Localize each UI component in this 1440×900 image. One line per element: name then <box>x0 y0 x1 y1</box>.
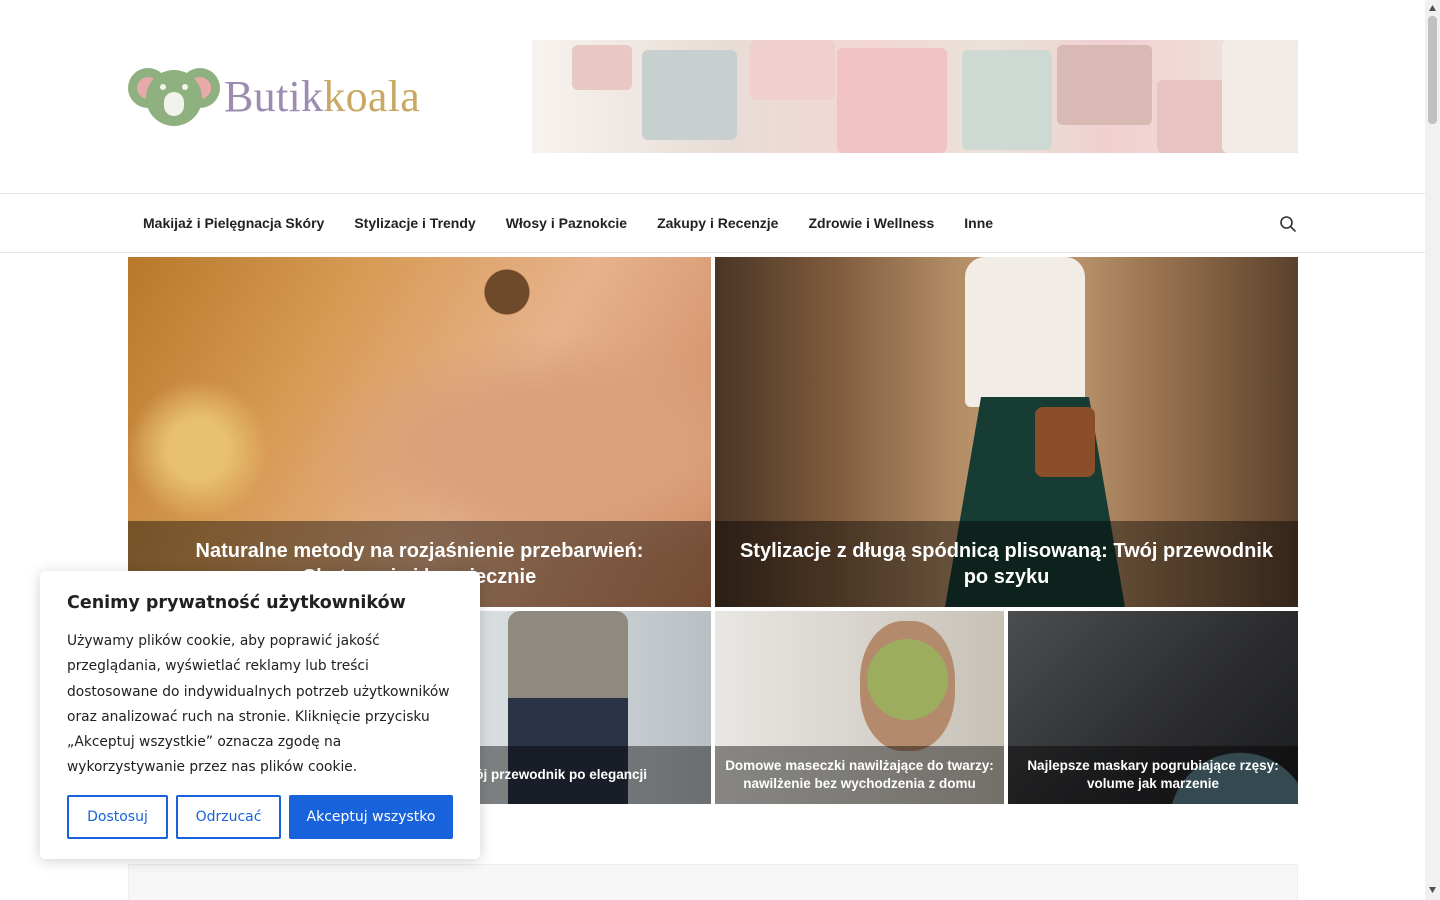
cookie-consent-banner: Cenimy prywatność użytkowników Używamy p… <box>40 571 480 859</box>
small-post-3-title[interactable]: Najlepsze maskary pogrubiające rzęsy: vo… <box>1008 746 1298 804</box>
nav-item-stylizacje[interactable]: Stylizacje i Trendy <box>339 215 490 231</box>
page-scrollbar[interactable] <box>1425 0 1440 900</box>
search-icon[interactable] <box>1279 215 1297 233</box>
cookie-buttons: Dostosuj Odrzucać Akceptuj wszystko <box>67 795 453 839</box>
koala-logo-icon <box>128 66 220 126</box>
post-image <box>945 257 1125 607</box>
content-section <box>128 864 1298 900</box>
small-post-2-title[interactable]: Domowe maseczki nawilżające do twarzy: n… <box>715 746 1004 804</box>
logo-text-part1: Butik <box>224 71 324 121</box>
nav-menu: Makijaż i Pielęgnacja Skóry Stylizacje i… <box>128 194 1008 252</box>
logo-text-part2: koala <box>323 71 421 121</box>
nav-item-makijaz[interactable]: Makijaż i Pielęgnacja Skóry <box>128 215 339 231</box>
post-image <box>860 621 955 751</box>
featured-post-2-title[interactable]: Stylizacje z długą spódnicą plisowaną: T… <box>715 521 1298 607</box>
small-post-3[interactable]: Najlepsze maskary pogrubiające rzęsy: vo… <box>1008 611 1298 804</box>
cookie-description: Używamy plików cookie, aby poprawić jako… <box>67 633 450 776</box>
customize-button[interactable]: Dostosuj <box>67 795 168 839</box>
site-header: Butikkoala <box>0 0 1425 193</box>
header-banner-image[interactable] <box>532 40 1298 153</box>
reject-button[interactable]: Odrzucać <box>176 795 281 839</box>
scroll-up-arrow-icon[interactable] <box>1428 4 1437 12</box>
nav-item-wlosy[interactable]: Włosy i Paznokcie <box>491 215 642 231</box>
featured-post-2[interactable]: Stylizacje z długą spódnicą plisowaną: T… <box>715 257 1298 607</box>
nav-item-inne[interactable]: Inne <box>949 215 1008 231</box>
cookie-title: Cenimy prywatność użytkowników <box>67 593 406 613</box>
main-navigation: Makijaż i Pielęgnacja Skóry Stylizacje i… <box>0 193 1425 253</box>
nav-item-zakupy[interactable]: Zakupy i Recenzje <box>642 215 793 231</box>
scroll-down-arrow-icon[interactable] <box>1428 886 1437 894</box>
site-logo[interactable]: Butikkoala <box>128 66 420 126</box>
scrollbar-thumb[interactable] <box>1428 16 1437 124</box>
nav-item-zdrowie[interactable]: Zdrowie i Wellness <box>793 215 949 231</box>
logo-text: Butikkoala <box>224 71 420 122</box>
small-post-2[interactable]: Domowe maseczki nawilżające do twarzy: n… <box>715 611 1004 804</box>
featured-post-1[interactable]: Naturalne metody na rozjaśnienie przebar… <box>128 257 711 607</box>
accept-all-button[interactable]: Akceptuj wszystko <box>289 795 453 839</box>
